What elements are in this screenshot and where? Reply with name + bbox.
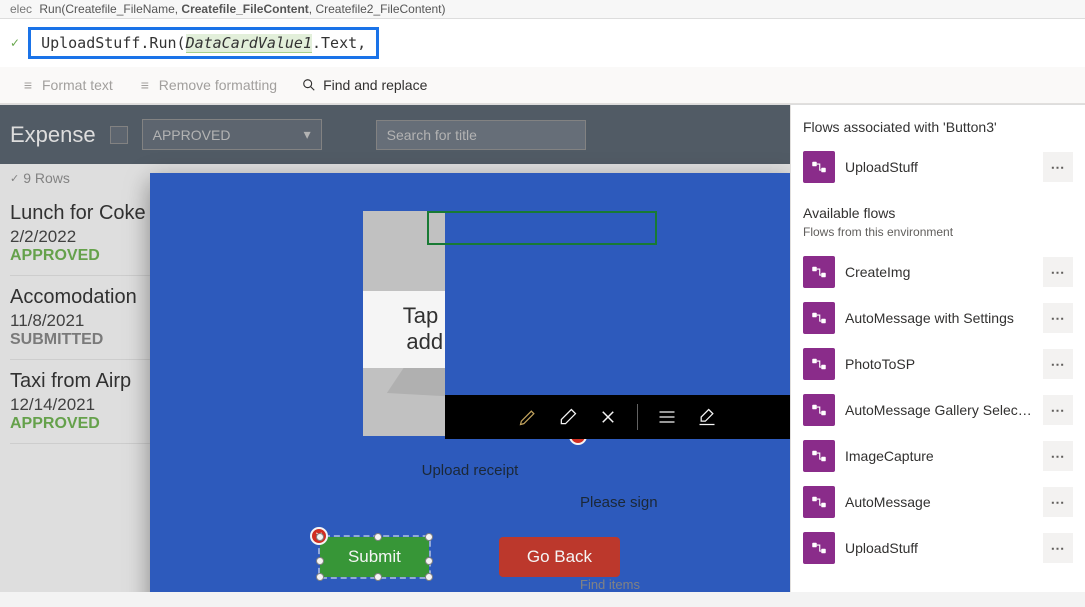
- formula-bar[interactable]: UploadStuff.Run(DataCardValue1.Text,: [28, 27, 379, 59]
- panel-title: Flows associated with 'Button3': [803, 119, 1073, 135]
- pen-icon[interactable]: [517, 406, 539, 428]
- flow-icon: [803, 532, 835, 564]
- flow-row[interactable]: AutoMessage ⋯: [803, 479, 1073, 525]
- more-button[interactable]: ⋯: [1043, 395, 1073, 425]
- formula-check-icon: ✓: [10, 36, 20, 50]
- more-button[interactable]: ⋯: [1043, 257, 1073, 287]
- flow-icon: [803, 302, 835, 334]
- flow-icon: [803, 440, 835, 472]
- intellisense-hint: elec Run(Createfile_FileName, Createfile…: [0, 0, 1085, 19]
- gallery-header: Expense APPROVED ▾ Search for title: [0, 105, 790, 164]
- more-button[interactable]: ⋯: [1043, 533, 1073, 563]
- page-title: Expense: [10, 122, 96, 148]
- submit-button[interactable]: Submit: [320, 537, 429, 577]
- flow-icon: [803, 256, 835, 288]
- available-flows-header: Available flows: [803, 205, 1073, 221]
- flow-row[interactable]: AutoMessage Gallery Select... ⋯: [803, 387, 1073, 433]
- flow-icon: [803, 151, 835, 183]
- eraser-icon[interactable]: [557, 406, 579, 428]
- more-button[interactable]: ⋯: [1043, 152, 1073, 182]
- sign-caption: Please sign: [580, 494, 658, 511]
- upload-caption: Upload receipt: [422, 462, 519, 479]
- flow-row[interactable]: PhotoToSP ⋯: [803, 341, 1073, 387]
- format-text-button[interactable]: ≡ Format text: [20, 77, 113, 93]
- flow-icon: [803, 394, 835, 426]
- flow-icon: [803, 486, 835, 518]
- canvas[interactable]: Expense APPROVED ▾ Search for title 9 Ro…: [0, 105, 790, 592]
- upload-modal: Tap or click to add a picture ✕ Upload r…: [150, 173, 790, 592]
- selection-outline: [427, 211, 657, 245]
- more-button[interactable]: ⋯: [1043, 487, 1073, 517]
- more-button[interactable]: ⋯: [1043, 441, 1073, 471]
- flow-icon: [803, 348, 835, 380]
- search-icon: [301, 77, 317, 93]
- format-icon: ≡: [20, 77, 36, 93]
- flow-row[interactable]: UploadStuff ⋯: [803, 525, 1073, 571]
- chevron-down-icon: ▾: [304, 126, 311, 143]
- goback-button[interactable]: Go Back: [499, 537, 620, 577]
- associated-flow-row[interactable]: UploadStuff ⋯: [803, 147, 1073, 187]
- status-dropdown[interactable]: APPROVED ▾: [142, 119, 322, 150]
- flow-row[interactable]: ImageCapture ⋯: [803, 433, 1073, 479]
- flow-row[interactable]: AutoMessage with Settings ⋯: [803, 295, 1073, 341]
- pen-input[interactable]: [445, 211, 790, 439]
- find-replace-button[interactable]: Find and replace: [301, 77, 427, 93]
- search-input[interactable]: Search for title: [376, 120, 586, 150]
- signature-toolbar: [445, 395, 790, 439]
- remove-formatting-button[interactable]: ≡ Remove formatting: [137, 77, 277, 93]
- flows-panel: Flows associated with 'Button3' UploadSt…: [790, 105, 1085, 592]
- find-items-hint: Find items: [580, 577, 640, 592]
- edit-icon[interactable]: [696, 406, 718, 428]
- remove-format-icon: ≡: [137, 77, 153, 93]
- approved-checkbox[interactable]: [110, 126, 128, 144]
- lines-icon[interactable]: [656, 406, 678, 428]
- available-flows-list: CreateImg ⋯ AutoMessage with Settings ⋯ …: [803, 249, 1073, 571]
- flow-row[interactable]: CreateImg ⋯: [803, 249, 1073, 295]
- clear-icon[interactable]: [597, 406, 619, 428]
- more-button[interactable]: ⋯: [1043, 303, 1073, 333]
- more-button[interactable]: ⋯: [1043, 349, 1073, 379]
